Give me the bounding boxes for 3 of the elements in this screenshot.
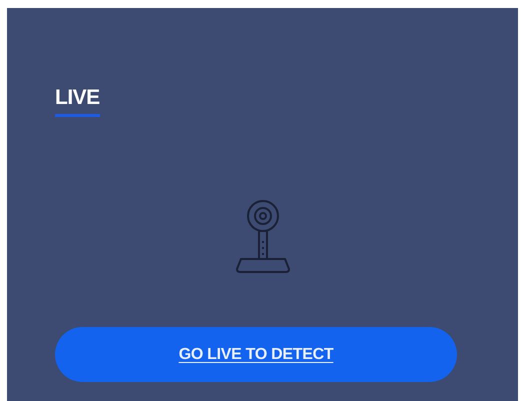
webcam-icon [234,199,290,275]
go-live-button[interactable]: GO LIVE TO DETECT [55,327,457,382]
live-tab[interactable]: LIVE [55,86,100,117]
